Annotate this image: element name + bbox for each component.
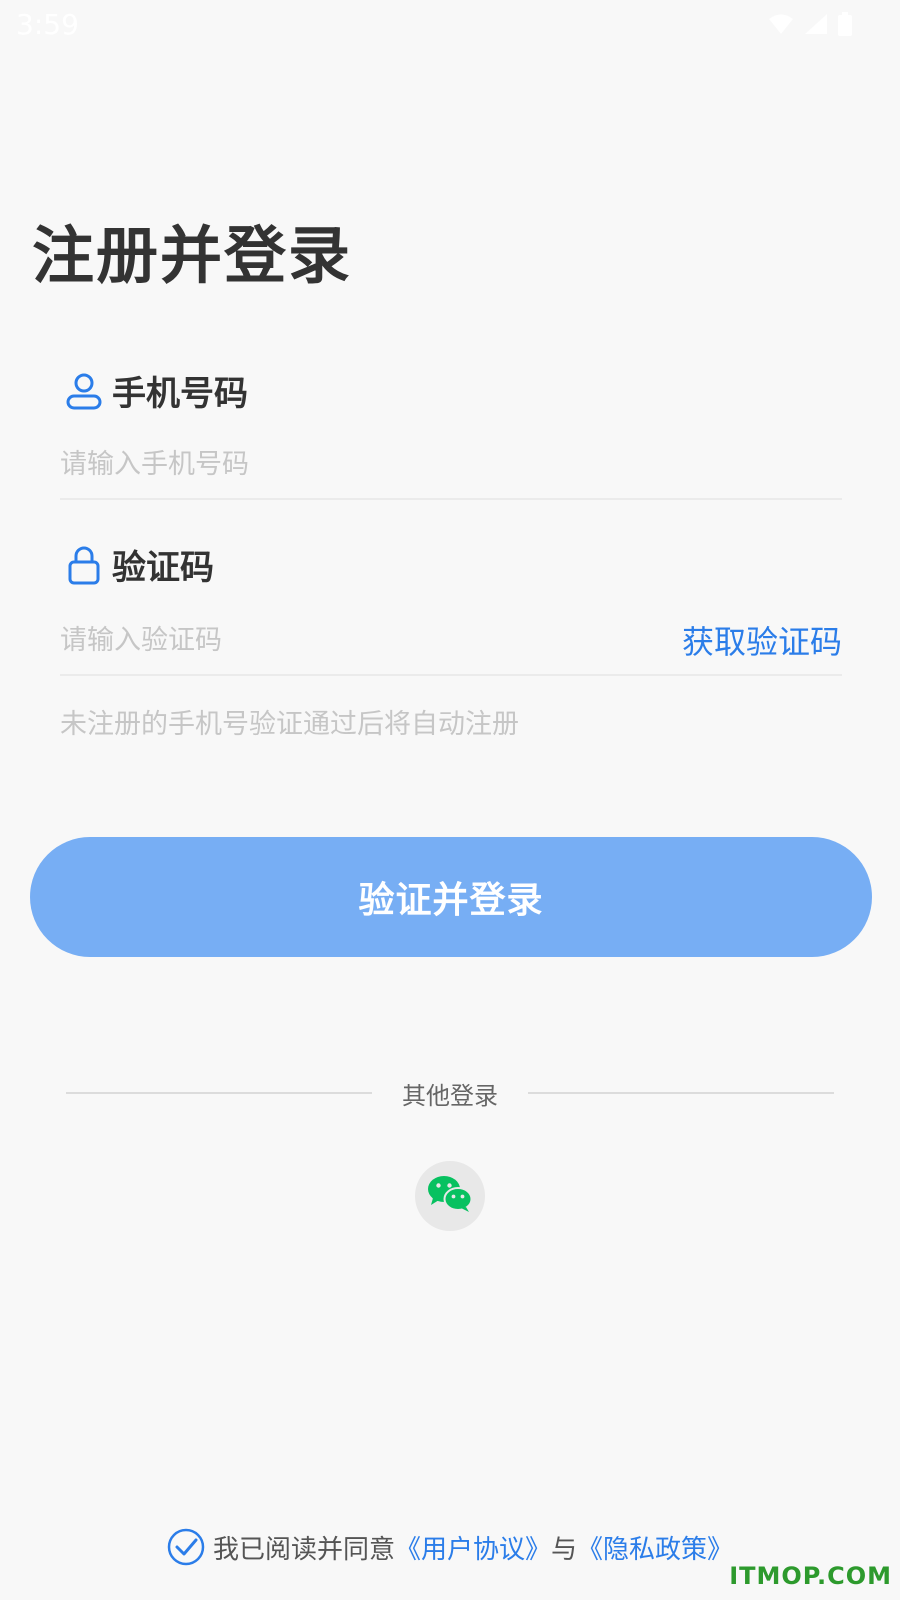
wechat-icon (427, 1175, 473, 1217)
wechat-login-button[interactable] (415, 1161, 485, 1231)
watermark: ITMOP.COM (729, 1562, 892, 1590)
user-icon (66, 371, 102, 411)
phone-input-row (60, 430, 842, 500)
battery-icon (838, 12, 852, 40)
get-code-button[interactable]: 获取验证码 (682, 617, 842, 663)
user-agreement-link[interactable]: 《用户协议》 (395, 1529, 551, 1566)
phone-input[interactable] (60, 448, 842, 480)
code-input[interactable] (60, 624, 682, 656)
agreement-prefix: 我已阅读并同意 (212, 1534, 395, 1565)
page-title: 注册并登录 (32, 219, 353, 292)
phone-label-text: 手机号码 (112, 374, 248, 414)
agreement-checkbox[interactable] (167, 1528, 205, 1566)
login-button[interactable]: 验证并登录 (30, 837, 872, 957)
lock-icon (66, 545, 102, 585)
code-input-row: 获取验证码 (60, 606, 842, 676)
status-bar: 3:59 (0, 0, 900, 50)
divider-right (528, 1092, 834, 1094)
agreement-row: 我已阅读并同意 《用户协议》 与 《隐私政策》 (0, 1528, 900, 1566)
wifi-icon (768, 13, 794, 39)
signal-icon (804, 13, 828, 39)
auto-register-hint: 未注册的手机号验证通过后将自动注册 (60, 709, 519, 740)
agreement-conjunction: 与 (551, 1534, 578, 1565)
phone-label: 手机号码 (66, 366, 248, 415)
code-label-text: 验证码 (112, 548, 214, 588)
status-icons (768, 12, 852, 40)
code-label: 验证码 (66, 540, 214, 589)
status-time: 3:59 (16, 8, 79, 41)
privacy-policy-link[interactable]: 《隐私政策》 (577, 1529, 733, 1566)
